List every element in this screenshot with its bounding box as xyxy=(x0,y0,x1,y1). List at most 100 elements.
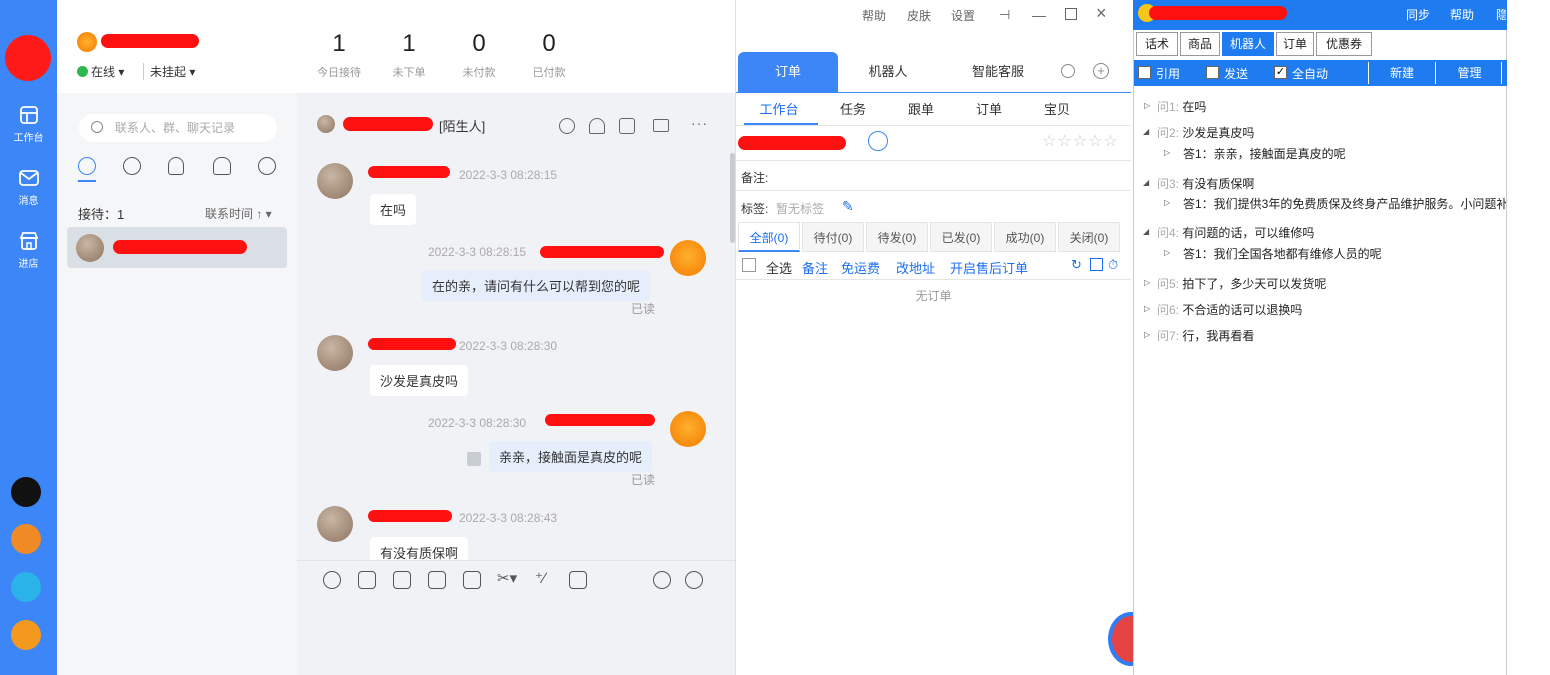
filter-pending-pay[interactable]: 待付(0) xyxy=(802,222,864,252)
refresh-icon[interactable] xyxy=(1061,64,1075,78)
new-button[interactable]: 新建 xyxy=(1368,62,1436,84)
subtab-order[interactable]: 订单 xyxy=(954,96,1024,124)
send-checkbox[interactable] xyxy=(1206,66,1219,79)
add-person-icon[interactable] xyxy=(589,118,605,134)
sort-by-contact-time[interactable]: 联系时间 ↑ ▾ xyxy=(205,205,272,222)
subtab-workbench[interactable]: 工作台 xyxy=(744,96,814,124)
subtab-follow[interactable]: 跟单 xyxy=(886,96,956,124)
stat-not-ordered[interactable]: 1 未下单 xyxy=(369,30,449,80)
filter-pending-ship[interactable]: 待发(0) xyxy=(866,222,928,252)
collapse-icon[interactable]: ◢ xyxy=(1143,178,1149,187)
app-icon-1[interactable] xyxy=(11,477,41,507)
expand-icon[interactable]: ▷ xyxy=(1144,278,1150,287)
video-play-icon[interactable] xyxy=(428,571,446,589)
video-icon[interactable] xyxy=(653,119,669,132)
message-bubble[interactable]: 沙发是真皮吗 xyxy=(370,365,469,396)
rail-item-messages[interactable]: 消息 xyxy=(0,167,57,207)
robot-hide-button[interactable]: 隐 xyxy=(1496,6,1506,23)
subtab-task[interactable]: 任务 xyxy=(818,96,888,124)
action-note[interactable]: 备注 xyxy=(802,258,828,277)
quick-reply-icon[interactable] xyxy=(685,571,703,589)
qa-question[interactable]: 问7: 行，我再看看 xyxy=(1157,327,1254,344)
tab-smart-service[interactable]: 智能客服 xyxy=(948,52,1048,92)
chat-list-icon[interactable] xyxy=(78,157,96,175)
hangup-toggle[interactable]: 未挂起 ▾ xyxy=(143,63,195,80)
emoji-icon[interactable] xyxy=(323,571,341,589)
expand-icon[interactable]: ▷ xyxy=(1144,330,1150,339)
history-icon[interactable]: ⏱ xyxy=(1108,257,1118,273)
qa-question[interactable]: 问2: 沙发是真皮吗 xyxy=(1157,124,1254,141)
subtab-product[interactable]: 宝贝 xyxy=(1022,96,1092,124)
org-icon[interactable] xyxy=(258,157,276,175)
qa-question[interactable]: 问6: 不合适的话可以退换吗 xyxy=(1157,301,1302,318)
stat-today-reception[interactable]: 1 今日接待 xyxy=(299,30,379,80)
stat-unpaid[interactable]: 0 未付款 xyxy=(439,30,519,80)
filter-all[interactable]: 全部(0) xyxy=(738,222,800,252)
rail-item-workbench[interactable]: 工作台 xyxy=(0,104,57,144)
app-icon-3[interactable] xyxy=(11,572,41,602)
quote-icon[interactable] xyxy=(467,452,481,466)
collapse-icon[interactable]: ◢ xyxy=(1143,227,1149,236)
filter-closed[interactable]: 关闭(0) xyxy=(1058,222,1120,252)
tab-robot[interactable]: 机器人 xyxy=(838,52,938,92)
price-tag-icon[interactable] xyxy=(569,571,587,589)
scissors-icon[interactable]: ✂▾ xyxy=(497,569,517,587)
emoji-reply-icon[interactable] xyxy=(559,118,575,134)
user-avatar[interactable] xyxy=(5,35,51,81)
robot-help-button[interactable]: 帮助 xyxy=(1450,6,1474,23)
qa-question[interactable]: 问3: 有没有质保啊 xyxy=(1157,175,1254,192)
calc-icon[interactable]: ⁺∕ xyxy=(535,569,545,587)
qa-question[interactable]: 问4: 有问题的话，可以维修吗 xyxy=(1157,224,1314,241)
select-all-checkbox[interactable] xyxy=(742,258,756,272)
app-icon-2[interactable] xyxy=(11,524,41,554)
contact-search-input[interactable]: 联系人、群、聊天记录 xyxy=(79,114,277,142)
collapse-icon[interactable]: ◢ xyxy=(1143,127,1149,136)
message-bubble[interactable]: 在吗 xyxy=(370,194,417,225)
robot-tab-robot[interactable]: 机器人 xyxy=(1222,32,1274,56)
rating-stars[interactable]: ☆☆☆☆☆ xyxy=(1042,131,1119,151)
qa-question[interactable]: 问1: 在吗 xyxy=(1157,98,1206,115)
robot-sync-button[interactable]: 同步 xyxy=(1406,6,1430,23)
file-icon[interactable] xyxy=(463,571,481,589)
add-icon[interactable]: + xyxy=(1093,63,1109,79)
stat-paid[interactable]: 0 已付款 xyxy=(509,30,589,80)
group-icon[interactable] xyxy=(213,157,231,175)
expand-icon[interactable]: ▷ xyxy=(1144,304,1150,313)
action-change-address[interactable]: 改地址 xyxy=(896,258,935,277)
qa-answer[interactable]: 答1：我们提供3年的免费质保及终身产品维护服务。小问题补 xyxy=(1183,195,1506,212)
more-icon[interactable]: ··· xyxy=(691,115,708,131)
robot-tab-scripts[interactable]: 话术 xyxy=(1136,32,1178,56)
auto-label: 全自动 xyxy=(1292,67,1329,81)
image-icon[interactable] xyxy=(393,571,411,589)
task-check-icon[interactable] xyxy=(619,118,635,134)
tab-order[interactable]: 订单 xyxy=(738,52,838,92)
grid-icon[interactable] xyxy=(1090,258,1103,271)
filter-shipped[interactable]: 已发(0) xyxy=(930,222,992,252)
status-online[interactable]: 在线 ▾ xyxy=(77,63,124,80)
message-bubble[interactable]: 在的亲，请问有什么可以帮到您的呢 xyxy=(422,270,651,301)
robot-tab-orders[interactable]: 订单 xyxy=(1276,32,1314,56)
buyer-profile-icon[interactable] xyxy=(868,131,888,151)
message-bubble[interactable]: 亲亲，接触面是真皮的呢 xyxy=(489,441,653,472)
quote-checkbox[interactable] xyxy=(1138,66,1151,79)
filter-success[interactable]: 成功(0) xyxy=(994,222,1056,252)
action-after-sale[interactable]: 开启售后订单 xyxy=(950,258,1028,277)
auto-checkbox[interactable]: ✓ xyxy=(1274,66,1287,79)
person-icon[interactable] xyxy=(168,157,184,175)
manage-button[interactable]: 管理 xyxy=(1438,62,1502,84)
refresh-orders-icon[interactable]: ↻ xyxy=(1071,257,1082,273)
edit-tag-icon[interactable]: ✎ xyxy=(842,198,854,215)
action-free-shipping[interactable]: 免运费 xyxy=(841,258,880,277)
transfer-icon[interactable] xyxy=(653,571,671,589)
clock-icon[interactable] xyxy=(123,157,141,175)
robot-tab-coupons[interactable]: 优惠券 xyxy=(1316,32,1372,56)
text-format-icon[interactable] xyxy=(358,571,376,589)
expand-icon[interactable]: ▷ xyxy=(1144,101,1150,110)
rail-item-shop[interactable]: 进店 xyxy=(0,230,57,270)
qa-answer[interactable]: 答1：亲亲，接触面是真皮的呢 xyxy=(1183,145,1346,162)
app-icon-4[interactable] xyxy=(11,620,41,650)
qa-question[interactable]: 问5: 拍下了，多少天可以发货呢 xyxy=(1157,275,1326,292)
contact-list-item[interactable] xyxy=(67,227,287,268)
robot-tab-products[interactable]: 商品 xyxy=(1180,32,1220,56)
qa-answer[interactable]: 答1：我们全国各地都有维修人员的呢 xyxy=(1183,245,1382,262)
